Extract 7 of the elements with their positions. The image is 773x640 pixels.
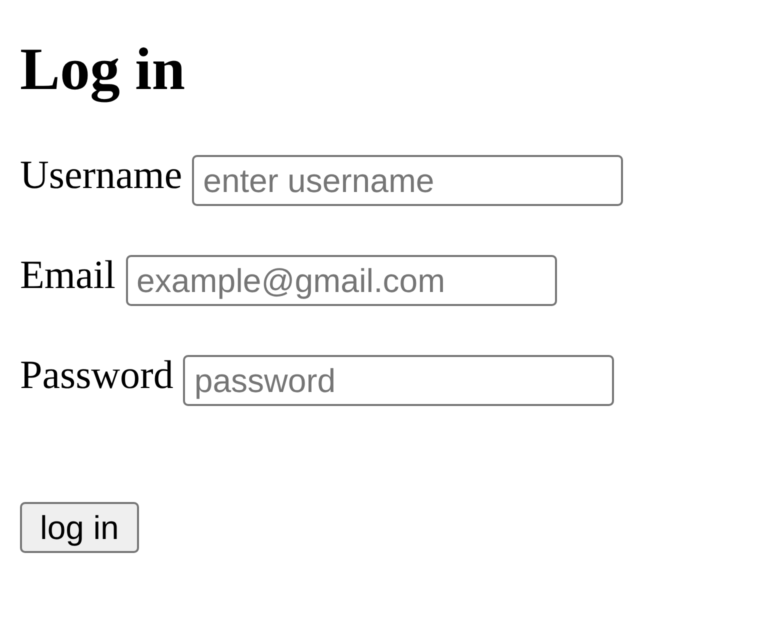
input-field[interactable]: password bbox=[183, 355, 614, 406]
field-label: Password bbox=[20, 355, 174, 395]
login-button[interactable]: log in bbox=[20, 502, 139, 553]
field-label: Email bbox=[20, 255, 116, 295]
field-label: Username bbox=[20, 155, 182, 195]
input-field[interactable]: enter username bbox=[192, 155, 624, 206]
input-field[interactable]: example@gmail.com bbox=[126, 255, 557, 306]
